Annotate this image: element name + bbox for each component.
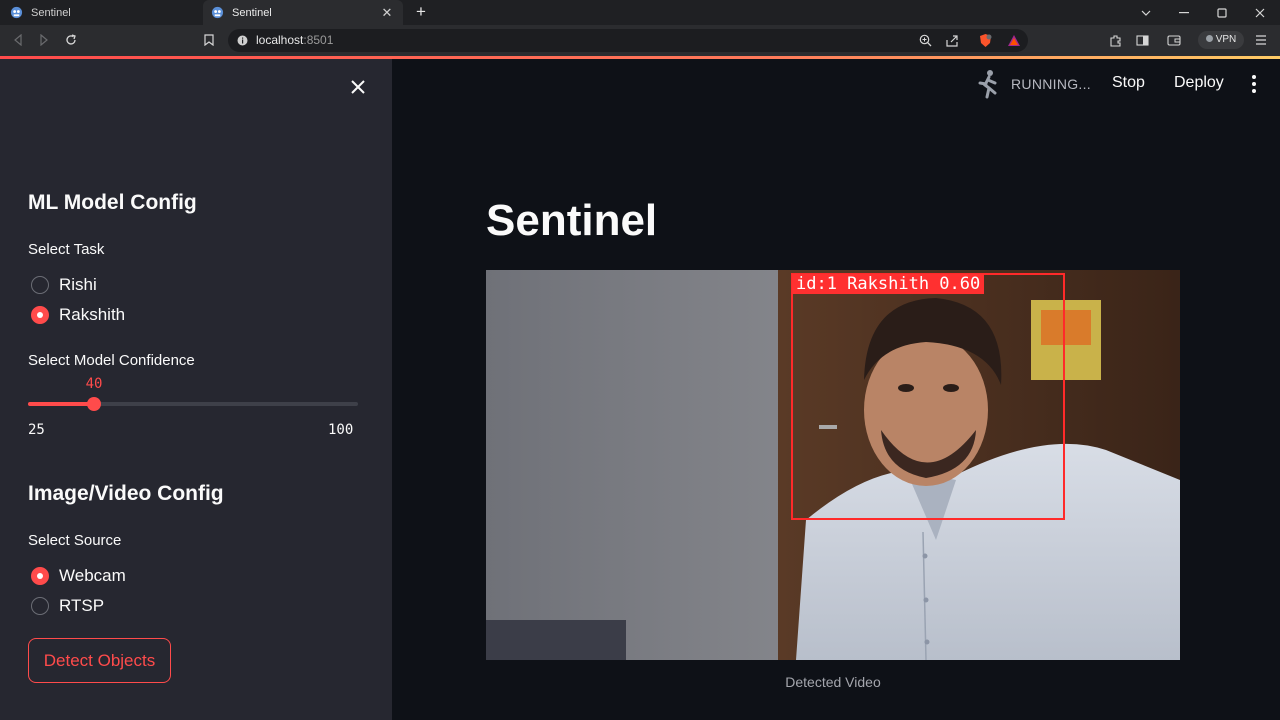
wallet-icon[interactable]	[1165, 31, 1183, 49]
new-tab-icon[interactable]: +	[412, 3, 430, 21]
url-host: localhost	[256, 33, 304, 47]
page-title: Sentinel	[486, 196, 658, 245]
sidebar-close-icon[interactable]	[346, 75, 370, 99]
browser-menu-icon[interactable]	[1252, 31, 1270, 49]
confidence-slider-handle[interactable]	[87, 397, 101, 411]
radio-label: Rishi	[59, 275, 97, 294]
running-man-icon	[978, 70, 997, 99]
streamlit-favicon-icon	[211, 6, 224, 19]
video-caption: Detected Video	[785, 674, 881, 690]
confidence-slider-value: 40	[85, 376, 103, 392]
detect-objects-button[interactable]: Detect Objects	[28, 638, 171, 683]
confidence-slider-max: 100	[328, 422, 354, 438]
forward-icon[interactable]	[34, 31, 54, 49]
select-task-label: Select Task	[28, 241, 105, 258]
radio-checked-icon[interactable]	[31, 567, 49, 585]
detected-video-frame: id:1 Rakshith 0.60	[486, 270, 1180, 660]
brave-rewards-icon[interactable]	[1007, 34, 1021, 47]
sidebar: ML Model Config Select Task Rishi Rakshi…	[0, 59, 392, 720]
back-icon[interactable]	[8, 31, 28, 49]
maximize-icon[interactable]	[1204, 0, 1240, 25]
vpn-button[interactable]: VPN	[1198, 31, 1244, 49]
tab-title: Sentinel	[232, 6, 272, 19]
source-option-rtsp[interactable]: RTSP	[31, 596, 104, 616]
source-option-webcam[interactable]: Webcam	[31, 566, 126, 586]
browser-toolbar: localhost:8501 VPN	[0, 25, 1280, 56]
tab-search-chevron-icon[interactable]	[1128, 0, 1164, 25]
vpn-status-icon	[1205, 35, 1213, 42]
minimize-icon[interactable]	[1166, 0, 1202, 25]
radio-label: RTSP	[59, 596, 105, 615]
brave-shield-icon[interactable]	[978, 33, 993, 48]
reload-icon[interactable]	[61, 31, 81, 49]
confidence-slider-fill	[28, 402, 94, 406]
bookmark-icon[interactable]	[199, 31, 219, 49]
radio-checked-icon[interactable]	[31, 306, 49, 324]
task-option-rakshith[interactable]: Rakshith	[31, 305, 125, 325]
source-config-heading: Image/Video Config	[28, 482, 224, 505]
tab-title: Sentinel	[31, 6, 71, 19]
select-source-label: Select Source	[28, 532, 122, 549]
model-confidence-label: Select Model Confidence	[28, 352, 195, 369]
sidebar-toggle-icon[interactable]	[1133, 31, 1151, 49]
zoom-icon[interactable]	[919, 34, 932, 47]
tab-close-icon[interactable]: ✕	[377, 5, 397, 21]
streamlit-favicon-icon	[10, 6, 23, 19]
radio-unchecked-icon[interactable]	[31, 276, 49, 294]
vpn-label: VPN	[1215, 34, 1237, 45]
confidence-slider[interactable]	[28, 397, 358, 411]
detection-label: id:1 Rakshith 0.60	[792, 274, 985, 294]
share-icon[interactable]	[946, 34, 959, 47]
browser-tab-bar: Sentinel Sentinel ✕ +	[0, 0, 1280, 25]
url-text: localhost:8501	[256, 29, 333, 52]
main-content: RUNNING... Stop Deploy Sentinel id:1 Rak…	[392, 59, 1280, 720]
address-bar[interactable]: localhost:8501	[228, 29, 1028, 52]
site-info-icon[interactable]	[237, 35, 248, 46]
main-menu-icon[interactable]	[1248, 74, 1260, 94]
radio-unchecked-icon[interactable]	[31, 597, 49, 615]
url-port: :8501	[303, 33, 334, 47]
extensions-icon[interactable]	[1106, 31, 1124, 49]
browser-tab-active[interactable]: Sentinel ✕	[203, 0, 403, 25]
browser-tab[interactable]: Sentinel	[0, 0, 200, 25]
close-window-icon[interactable]	[1242, 0, 1278, 25]
running-status: RUNNING...	[975, 69, 1091, 99]
stop-button[interactable]: Stop	[1112, 74, 1145, 92]
radio-label: Webcam	[59, 566, 126, 585]
running-status-text: RUNNING...	[1011, 76, 1091, 92]
task-option-rishi[interactable]: Rishi	[31, 275, 97, 295]
detection-bounding-box	[791, 273, 1065, 520]
model-config-heading: ML Model Config	[28, 191, 197, 214]
confidence-slider-min: 25	[28, 422, 45, 438]
radio-label: Rakshith	[59, 305, 126, 324]
deploy-button[interactable]: Deploy	[1174, 74, 1224, 92]
